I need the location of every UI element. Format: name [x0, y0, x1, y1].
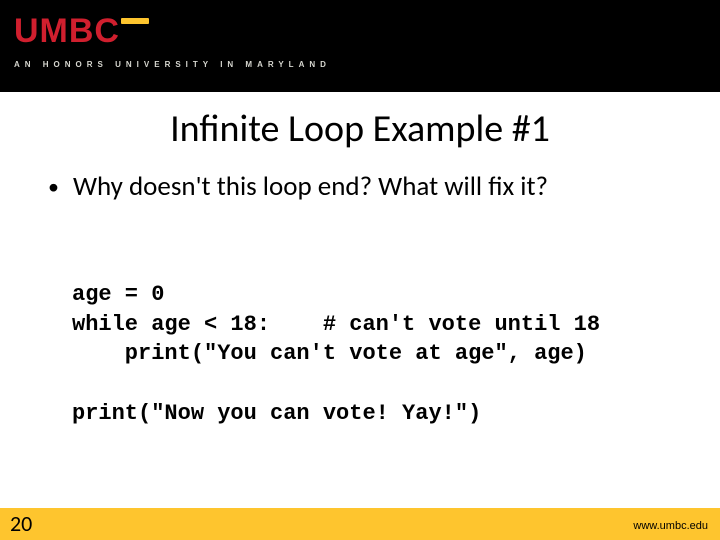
logo-block: UMBC [14, 12, 149, 51]
code-line-2: while age < 18: # can't vote until 18 [72, 312, 600, 337]
bullet-text: Why doesn't this loop end? What will fix… [73, 170, 548, 204]
slide-title: Infinite Loop Example #1 [0, 106, 720, 152]
footer-url: www.umbc.edu [633, 520, 708, 532]
header-bar: UMBC AN HONORS UNIVERSITY IN MARYLAND [0, 0, 720, 92]
logo-tagline: AN HONORS UNIVERSITY IN MARYLAND [14, 60, 331, 69]
logo-text: UMBC [14, 12, 120, 50]
code-line-5: print("Now you can vote! Yay!") [72, 401, 481, 426]
bullet-icon: • [48, 176, 59, 198]
code-line-3: print("You can't vote at age", age) [72, 341, 587, 366]
logo-dash-icon [121, 18, 149, 24]
slide: UMBC AN HONORS UNIVERSITY IN MARYLAND In… [0, 0, 720, 540]
code-block: age = 0 while age < 18: # can't vote unt… [72, 280, 600, 428]
bullet-row: • Why doesn't this loop end? What will f… [48, 170, 548, 204]
footer-bar: 20 www.umbc.edu [0, 508, 720, 540]
code-line-1: age = 0 [72, 282, 164, 307]
page-number: 20 [10, 510, 32, 537]
